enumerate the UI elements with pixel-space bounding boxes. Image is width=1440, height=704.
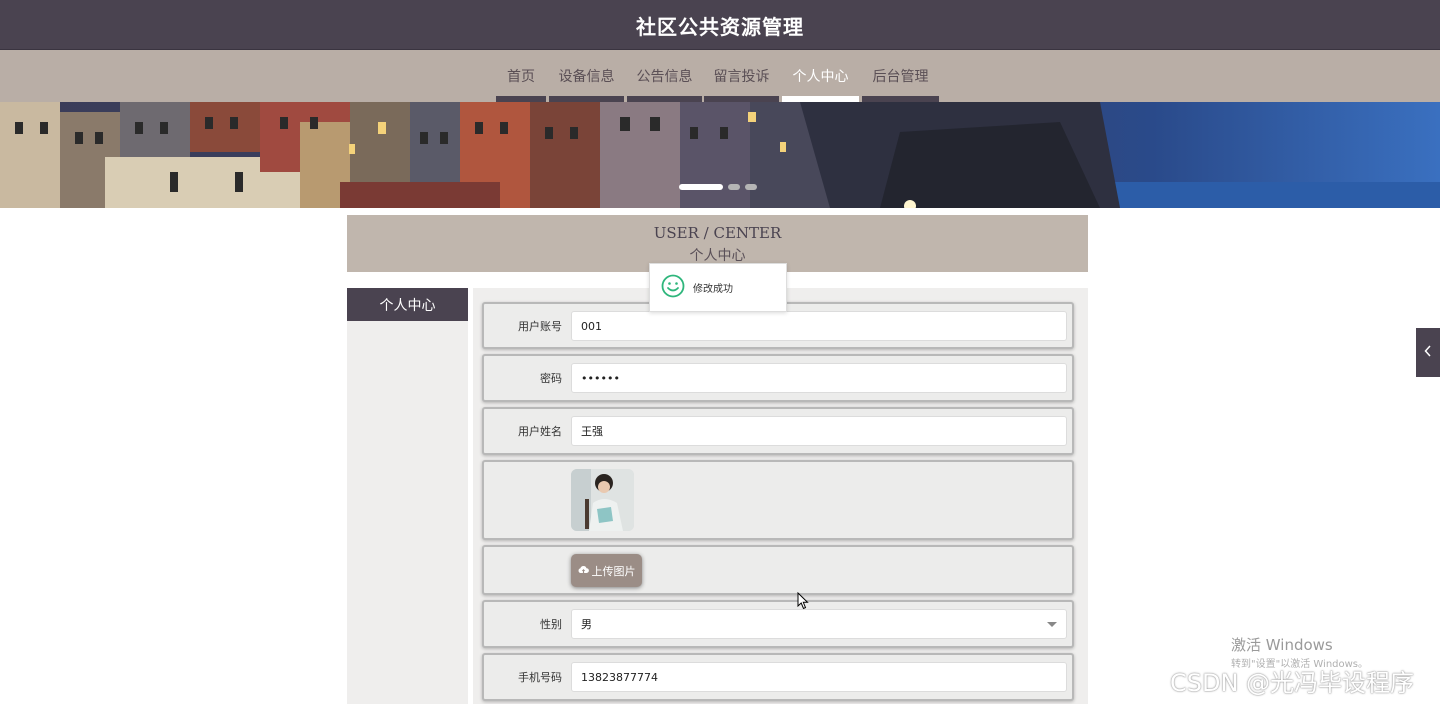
banner-carousel[interactable]: [0, 102, 1440, 208]
phone-input[interactable]: 13823877774: [571, 662, 1067, 692]
success-toast: 修改成功: [649, 263, 787, 312]
nav-item-complaints[interactable]: 留言投诉: [704, 50, 779, 102]
form-row-name: 用户姓名 王强: [482, 407, 1074, 455]
nav-item-admin[interactable]: 后台管理: [862, 50, 939, 102]
upload-button-label: 上传图片: [591, 564, 636, 578]
mouse-cursor-icon: [797, 591, 809, 614]
nav-item-home[interactable]: 首页: [496, 50, 546, 102]
account-label: 用户账号: [518, 319, 562, 333]
gender-select[interactable]: 男: [571, 609, 1067, 639]
carousel-dot[interactable]: [679, 184, 723, 190]
nav-item-notices[interactable]: 公告信息: [627, 50, 702, 102]
banner-image: [0, 102, 1440, 208]
form-row-avatar: [482, 460, 1074, 540]
form-row-phone: 手机号码 13823877774: [482, 653, 1074, 701]
toast-message: 修改成功: [693, 284, 733, 295]
gender-label: 性别: [540, 618, 562, 631]
account-input[interactable]: 001: [571, 311, 1067, 341]
upload-image-button[interactable]: 上传图片: [571, 554, 642, 587]
nav-item-label: 留言投诉: [713, 69, 770, 85]
password-input[interactable]: ••••••: [571, 363, 1067, 393]
form-row-password: 密码 ••••••: [482, 354, 1074, 402]
form-row-gender: 性别 男: [482, 600, 1074, 648]
site-title: 社区公共资源管理: [636, 15, 804, 39]
chevron-down-icon: [1047, 622, 1057, 627]
nav-item-label: 后台管理: [872, 69, 929, 85]
name-label: 用户姓名: [518, 425, 562, 438]
carousel-dots: [679, 184, 757, 190]
sidebar-toggle-button[interactable]: [1416, 328, 1440, 377]
cloud-upload-icon: [578, 564, 589, 577]
carousel-dot[interactable]: [728, 184, 740, 190]
avatar-image[interactable]: [571, 469, 634, 531]
chevron-left-icon: [1424, 344, 1432, 361]
sidebar-panel: [347, 288, 468, 704]
nav-item-personal-center[interactable]: 个人中心: [782, 50, 859, 102]
sidebar-tab-personal-center[interactable]: 个人中心: [347, 288, 468, 321]
nav-item-equipment[interactable]: 设备信息: [549, 50, 624, 102]
carousel-dot[interactable]: [745, 184, 757, 190]
form-row-upload: 上传图片: [482, 545, 1074, 595]
gender-select-value: 男: [581, 618, 592, 631]
site-header: 社区公共资源管理: [0, 0, 1440, 50]
section-title-cn: 个人中心: [689, 248, 746, 264]
name-input[interactable]: 王强: [571, 416, 1067, 446]
main-nav: 首页 设备信息 公告信息 留言投诉 个人中心 后台管理: [0, 50, 1440, 102]
avatar-photo: [571, 469, 634, 531]
smile-icon: [661, 274, 685, 301]
phone-label: 手机号码: [518, 671, 562, 684]
nav-item-label: 公告信息: [636, 69, 693, 85]
password-label: 密码: [540, 372, 562, 385]
section-title-en: USER / CENTER: [653, 224, 782, 242]
windows-activation-watermark: 激活 Windows: [1231, 636, 1333, 654]
nav-item-label: 设备信息: [558, 69, 615, 85]
nav-item-label: 个人中心: [792, 69, 849, 85]
csdn-watermark: CSDN @光冯毕设程序: [1170, 669, 1415, 697]
nav-item-label: 首页: [507, 69, 535, 85]
